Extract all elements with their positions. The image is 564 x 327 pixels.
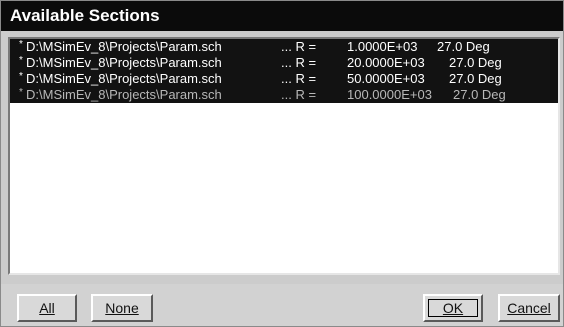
list-item-equals: ... R =	[281, 39, 317, 54]
list-item-equals: ... R =	[281, 55, 317, 70]
cancel-button[interactable]: Cancel	[498, 294, 560, 322]
list-item-path: D:\MSimEv_8\Projects\Param.sch	[26, 87, 222, 102]
list-item-value: 20.0000E+03	[347, 55, 425, 70]
list-item-angle: 27.0 Deg	[449, 55, 502, 70]
list-item-value: 100.0000E+03	[347, 87, 432, 102]
list-item-marker: *	[19, 71, 23, 82]
list-item-value: 50.0000E+03	[347, 71, 425, 86]
dialog-title: Available Sections	[1, 1, 563, 31]
list-item-marker: *	[19, 55, 23, 66]
list-item-marker: *	[19, 87, 23, 98]
list-item-angle: 27.0 Deg	[449, 71, 502, 86]
list-item[interactable]: * D:\MSimEv_8\Projects\Param.sch ... R =…	[10, 71, 558, 87]
ok-button[interactable]: OK	[423, 294, 483, 322]
list-item[interactable]: * D:\MSimEv_8\Projects\Param.sch ... R =…	[10, 87, 558, 103]
list-item-path: D:\MSimEv_8\Projects\Param.sch	[26, 55, 222, 70]
available-sections-dialog: Available Sections * D:\MSimEv_8\Project…	[0, 0, 564, 327]
list-item-equals: ... R =	[281, 87, 317, 102]
list-item-angle: 27.0 Deg	[437, 39, 490, 54]
list-item[interactable]: * D:\MSimEv_8\Projects\Param.sch ... R =…	[10, 55, 558, 71]
dialog-footer: All None OK Cancel	[1, 284, 563, 326]
list-item-value: 1.0000E+03	[347, 39, 418, 54]
list-item-path: D:\MSimEv_8\Projects\Param.sch	[26, 39, 222, 54]
none-button[interactable]: None	[91, 294, 153, 322]
all-button[interactable]: All	[17, 294, 77, 322]
list-item-equals: ... R =	[281, 71, 317, 86]
list-item-path: D:\MSimEv_8\Projects\Param.sch	[26, 71, 222, 86]
list-item-marker: *	[19, 39, 23, 50]
sections-listbox[interactable]: * D:\MSimEv_8\Projects\Param.sch ... R =…	[8, 37, 560, 275]
list-item-angle: 27.0 Deg	[453, 87, 506, 102]
list-item[interactable]: * D:\MSimEv_8\Projects\Param.sch ... R =…	[10, 39, 558, 55]
